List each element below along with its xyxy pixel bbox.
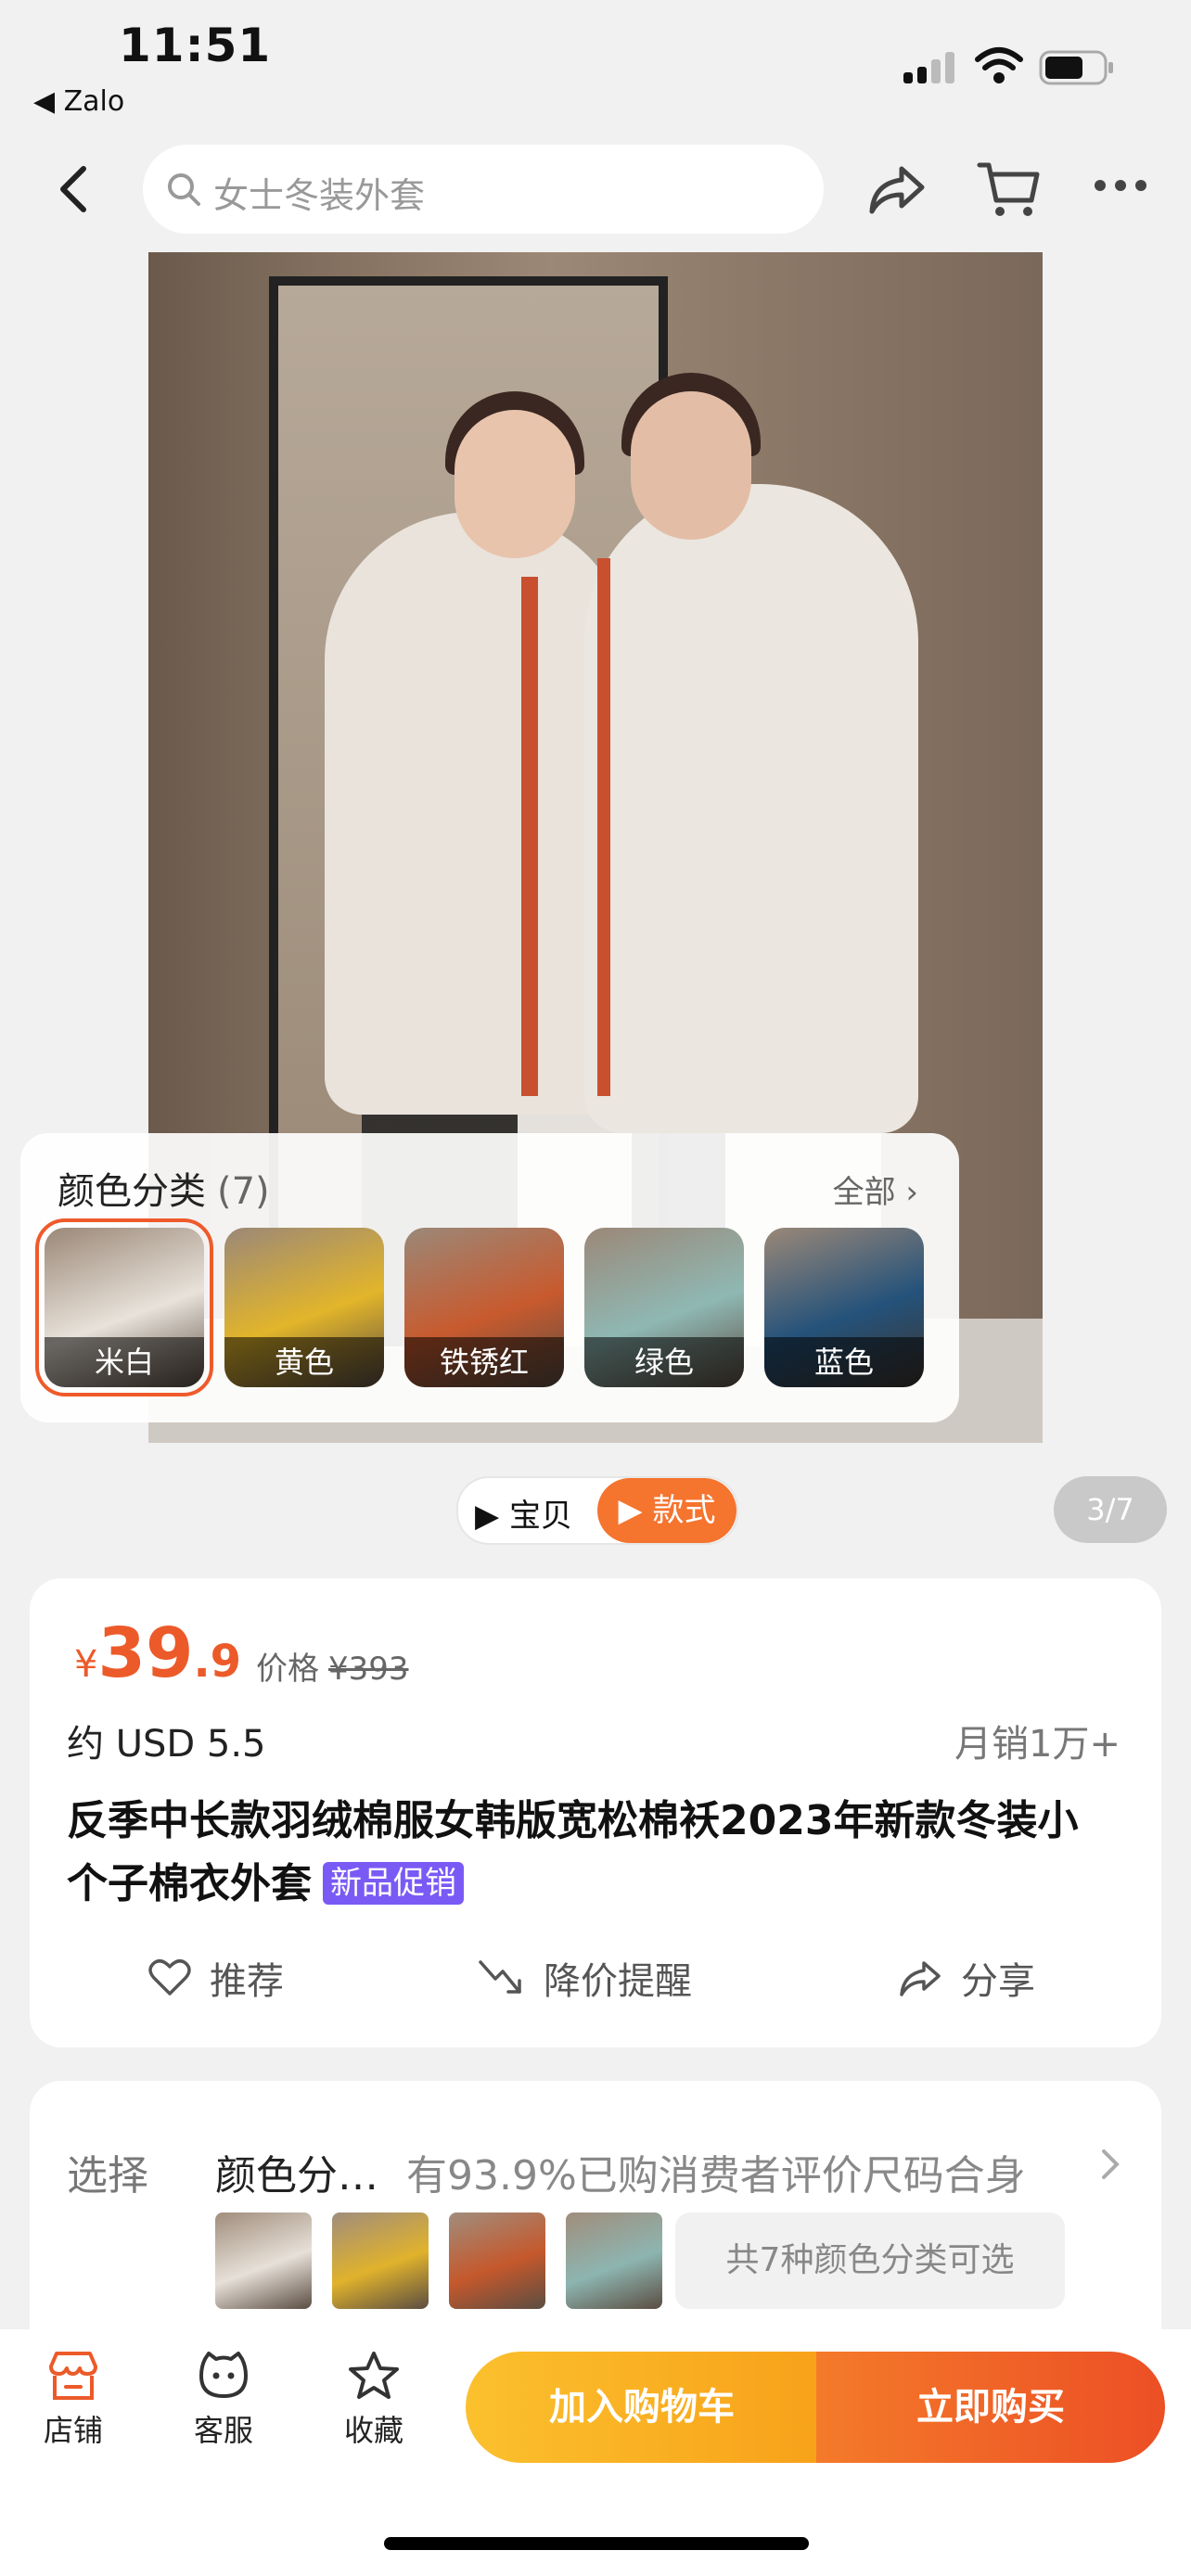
star-icon — [349, 2352, 399, 2399]
store-icon — [49, 2352, 97, 2400]
original-price: 价格 ¥393 — [256, 1651, 409, 1688]
battery-icon — [1039, 50, 1113, 85]
top-nav: 女士冬装外套 — [0, 139, 1191, 250]
color-thumb[interactable] — [449, 2213, 545, 2309]
status-bar: 11:51 ◀ Zalo — [0, 0, 1191, 139]
chevron-right-icon — [1102, 2149, 1120, 2179]
color-category-panel: 颜色分类 (7) 全部 › 米白 黄色 铁锈红 绿色 蓝色 — [20, 1133, 959, 1422]
monthly-sales: 月销1万+ — [954, 1723, 1121, 1766]
selection-label: 选择 — [67, 2152, 148, 2200]
cellular-signal-icon — [903, 52, 954, 83]
store-tab[interactable]: 店铺 — [22, 2350, 124, 2450]
price-card: ¥39.9 价格 ¥393 约 USD 5.5 月销1万+ 反季中长款羽绒棉服女韩… — [30, 1578, 1161, 2047]
buy-now-button[interactable]: 立即购买 — [816, 2352, 1165, 2463]
back-arrow-icon[interactable] — [46, 161, 102, 217]
color-swatch-beige[interactable]: 米白 — [35, 1218, 213, 1396]
wifi-icon — [975, 47, 1023, 83]
view-all-link[interactable]: 全部 › — [833, 1167, 918, 1212]
color-thumb[interactable] — [566, 2213, 662, 2309]
share-button[interactable]: 分享 — [898, 1951, 1035, 2005]
selection-value: 颜色分… — [215, 2152, 378, 2200]
tab-video[interactable]: ▶ 宝贝 — [475, 1490, 572, 1536]
customer-service-icon — [199, 2352, 248, 2398]
promo-badge: 新品促销 — [323, 1862, 464, 1905]
add-to-cart-button[interactable]: 加入购物车 — [466, 2352, 818, 2463]
current-price: ¥39.9 — [74, 1613, 242, 1693]
heart-icon — [148, 1959, 191, 1996]
usd-price: 约 USD 5.5 — [67, 1723, 266, 1766]
search-placeholder: 女士冬装外套 — [213, 175, 426, 216]
fit-rating-note: 有93.9%已购消费者评价尺码合身 — [406, 2152, 1026, 2200]
color-swatch-blue[interactable]: 蓝色 — [764, 1228, 924, 1387]
color-thumb[interactable] — [332, 2213, 429, 2309]
price-alert-button[interactable]: 降价提醒 — [477, 1951, 692, 2005]
color-swatch-rust-red[interactable]: 铁锈红 — [404, 1228, 564, 1387]
trend-down-icon — [479, 1960, 521, 1994]
search-icon — [168, 173, 200, 206]
color-swatch-yellow[interactable]: 黄色 — [224, 1228, 384, 1387]
color-count-pill[interactable]: 共7种颜色分类可选 — [675, 2213, 1065, 2309]
recommend-button[interactable]: 推荐 — [148, 1951, 284, 2005]
more-icon[interactable] — [1093, 176, 1148, 195]
color-thumb[interactable] — [215, 2213, 312, 2309]
share-icon — [900, 1961, 941, 1996]
back-to-app-link[interactable]: ◀ Zalo — [33, 85, 124, 118]
image-pager: 3/7 — [1054, 1476, 1167, 1543]
media-switcher: ▶ 宝贝 ▶ 款式 — [456, 1476, 738, 1545]
favorite-tab[interactable]: 收藏 — [323, 2350, 425, 2450]
tab-style[interactable]: ▶ 款式 — [597, 1478, 736, 1543]
home-indicator[interactable] — [384, 2537, 809, 2550]
customer-service-tab[interactable]: 客服 — [173, 2350, 275, 2450]
clock: 11:51 — [119, 19, 272, 72]
share-icon[interactable] — [866, 159, 928, 221]
color-category-title: 颜色分类 (7) — [58, 1170, 270, 1213]
product-title: 反季中长款羽绒棉服女韩版宽松棉袄2023年新款冬装小个子棉衣外套 新品促销 — [67, 1797, 1079, 1907]
cart-icon[interactable] — [976, 156, 1043, 223]
search-input[interactable]: 女士冬装外套 — [143, 145, 824, 234]
color-swatch-green[interactable]: 绿色 — [584, 1228, 744, 1387]
